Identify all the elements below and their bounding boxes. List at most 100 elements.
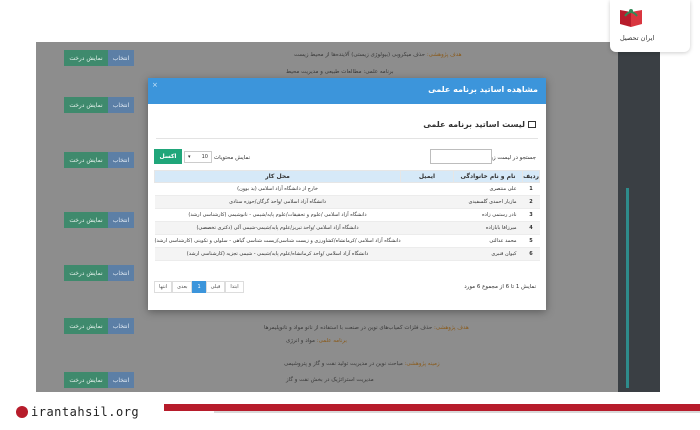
table-icon [528, 121, 536, 128]
pager-prev-button[interactable]: قبلی [205, 281, 226, 293]
list-title-text: لیست اساتید برنامه علمی [423, 120, 525, 129]
panel-accent-line [626, 188, 629, 388]
col-header-email[interactable]: ایمیل [400, 170, 454, 183]
search-label: جستجو در لیست زیر [488, 155, 536, 161]
select-button[interactable]: انتخاب [108, 372, 134, 388]
name-cell: مازیار احمدی گلسفیدی [453, 195, 523, 209]
row-number-cell: 6 [522, 247, 540, 261]
table-row: 1 علی منتصری خارج از دانشگاه آزاد اسلامی (… [154, 182, 540, 196]
background-text-body: مباحث نوین در مدیریت تولید نفت و گاز و پ… [284, 361, 403, 367]
divider [156, 138, 538, 139]
background-text-body: مواد و انرژی [286, 338, 315, 344]
background-text-label: برنامه علمی: [316, 338, 347, 344]
background-text-label: هدف پژوهشی: [434, 325, 469, 331]
row-number-cell: 2 [522, 195, 540, 209]
table-row: 5 محمد عدالتی دانشگاه آزاد اسلامی /کرمانشا… [154, 234, 540, 248]
background-list-row: نمایش درخت انتخاب [64, 318, 134, 334]
background-text: هدف پژوهشی: حذف فلزات کمیاب‌های نوین در … [264, 325, 469, 331]
table-header: ردیف نام و نام خانوادگی ایمیل محل کار [153, 170, 540, 183]
workplace-cell: دانشگاه آزاد اسلامی /کرمانشاه/کشاورزی و … [154, 234, 401, 248]
modal-header: × مشاهده اساتید برنامه علمی [148, 78, 546, 104]
table-row: 6 کیوان قنبری دانشگاه آزاد اسلامی /واحد کر… [154, 247, 540, 261]
email-cell [400, 247, 454, 261]
pager-page-button[interactable]: 1 [192, 281, 206, 293]
right-dark-panel [618, 48, 660, 392]
background-text-body: حذف میکروبی (بیولوژی زیستی) آلاینده‌ها ا… [294, 52, 426, 58]
background-list-row: نمایش درخت انتخاب [64, 212, 134, 228]
close-icon[interactable]: × [152, 81, 158, 89]
book-logo-icon [620, 9, 642, 27]
select-button[interactable]: انتخاب [108, 212, 134, 228]
show-tree-button[interactable]: نمایش درخت [64, 372, 108, 388]
col-header-workplace[interactable]: محل کار [153, 170, 402, 183]
page-size-value: 10 [201, 154, 208, 160]
professors-table: ردیف نام و نام خانوادگی ایمیل محل کار 1ع… [153, 170, 540, 261]
excel-export-button[interactable]: اکسل [154, 149, 182, 164]
name-cell: محمد عدالتی [453, 234, 523, 248]
brand-red-bar [164, 404, 700, 411]
pager-next-button[interactable]: بعدی [172, 281, 193, 293]
logo-text: ایران تحصیل [620, 34, 655, 42]
col-header-row[interactable]: ردیف [522, 170, 540, 183]
page-size-select[interactable]: ▾ 10 [184, 151, 212, 163]
table-row: 2 مازیار احمدی گلسفیدی دانشگاه آزاد اسلامی… [154, 195, 540, 209]
professors-modal: × مشاهده اساتید برنامه علمی لیست اساتید … [148, 78, 546, 310]
select-button[interactable]: انتخاب [108, 97, 134, 113]
email-cell [400, 195, 454, 209]
background-text: زمینه پژوهشی: مباحث نوین در مدیریت تولید… [284, 361, 440, 367]
site-url-text: irantahsil.org [31, 405, 140, 419]
select-button[interactable]: انتخاب [108, 265, 134, 281]
name-cell: نادر رستمی زاده [453, 208, 523, 222]
background-text-body: مدیریت استراتژیک در بخش نفت و گاز [286, 377, 374, 383]
page-size-label: نمایش محتویات [214, 155, 251, 161]
show-tree-button[interactable]: نمایش درخت [64, 265, 108, 281]
pager-last-button[interactable]: انتها [154, 281, 173, 293]
chevron-down-icon: ▾ [188, 154, 191, 160]
background-text: برنامه علمی: مواد و انرژی [286, 338, 347, 344]
name-cell: کیوان قنبری [453, 247, 523, 261]
background-list-row: نمایش درخت انتخاب [64, 97, 134, 113]
background-list-row: نمایش درخت انتخاب [64, 265, 134, 281]
background-list-row: نمایش درخت انتخاب [64, 152, 134, 168]
search-input[interactable] [430, 149, 492, 164]
workplace-cell: دانشگاه آزاد اسلامی /واحد گرگان/حوزه ستا… [154, 195, 401, 209]
background-text: مدیریت استراتژیک در بخش نفت و گاز [286, 377, 374, 383]
select-button[interactable]: انتخاب [108, 152, 134, 168]
workplace-cell: دانشگاه آزاد اسلامی /واحد تبریز/علوم پای… [154, 221, 401, 235]
pagination: انتها بعدی 1 قبلی ابتدا [154, 281, 244, 293]
globe-icon [16, 406, 28, 418]
brand-grey-bar [214, 411, 700, 413]
row-number-cell: 1 [522, 182, 540, 196]
background-list-row: نمایش درخت انتخاب [64, 50, 134, 66]
table-info: نمایش 1 تا 6 از مجموع 6 مورد [464, 284, 536, 290]
site-url: irantahsil.org [16, 405, 139, 419]
workplace-cell: دانشگاه آزاد اسلامی /علوم و تحقیقات/علوم… [154, 208, 401, 222]
background-list-row: نمایش درخت انتخاب [64, 372, 134, 388]
background-text-label: زمینه پژوهشی: [404, 361, 440, 367]
background-text-label: هدف پژوهشی: [426, 52, 462, 58]
show-tree-button[interactable]: نمایش درخت [64, 212, 108, 228]
background-text: هدف پژوهشی: حذف میکروبی (بیولوژی زیستی) … [294, 52, 462, 58]
workplace-cell: دانشگاه آزاد اسلامی /واحد کرمانشاه/علوم … [154, 247, 401, 261]
pager-first-button[interactable]: ابتدا [225, 281, 244, 293]
show-tree-button[interactable]: نمایش درخت [64, 318, 108, 334]
select-button[interactable]: انتخاب [108, 50, 134, 66]
table-row: 3 نادر رستمی زاده دانشگاه آزاد اسلامی /علو… [154, 208, 540, 222]
show-tree-button[interactable]: نمایش درخت [64, 152, 108, 168]
email-cell [400, 234, 454, 248]
show-tree-button[interactable]: نمایش درخت [64, 50, 108, 66]
name-cell: علی منتصری [453, 182, 523, 196]
name-cell: میرزاقا بابازاده [453, 221, 523, 235]
email-cell [400, 182, 454, 196]
table-row: 4 میرزاقا بابازاده دانشگاه آزاد اسلامی /وا… [154, 221, 540, 235]
show-tree-button[interactable]: نمایش درخت [64, 97, 108, 113]
row-number-cell: 3 [522, 208, 540, 222]
list-title: لیست اساتید برنامه علمی [423, 120, 536, 129]
col-header-name[interactable]: نام و نام خانوادگی [452, 170, 524, 183]
row-number-cell: 5 [522, 234, 540, 248]
photo-frame: نمایش درخت انتخاب نمایش درخت انتخاب نمایش در… [0, 0, 700, 430]
select-button[interactable]: انتخاب [108, 318, 134, 334]
row-number-cell: 4 [522, 221, 540, 235]
email-cell [400, 208, 454, 222]
background-text-body: برنامه علمی: مطالعات طبیعی و مدیریت محیط [286, 69, 394, 75]
